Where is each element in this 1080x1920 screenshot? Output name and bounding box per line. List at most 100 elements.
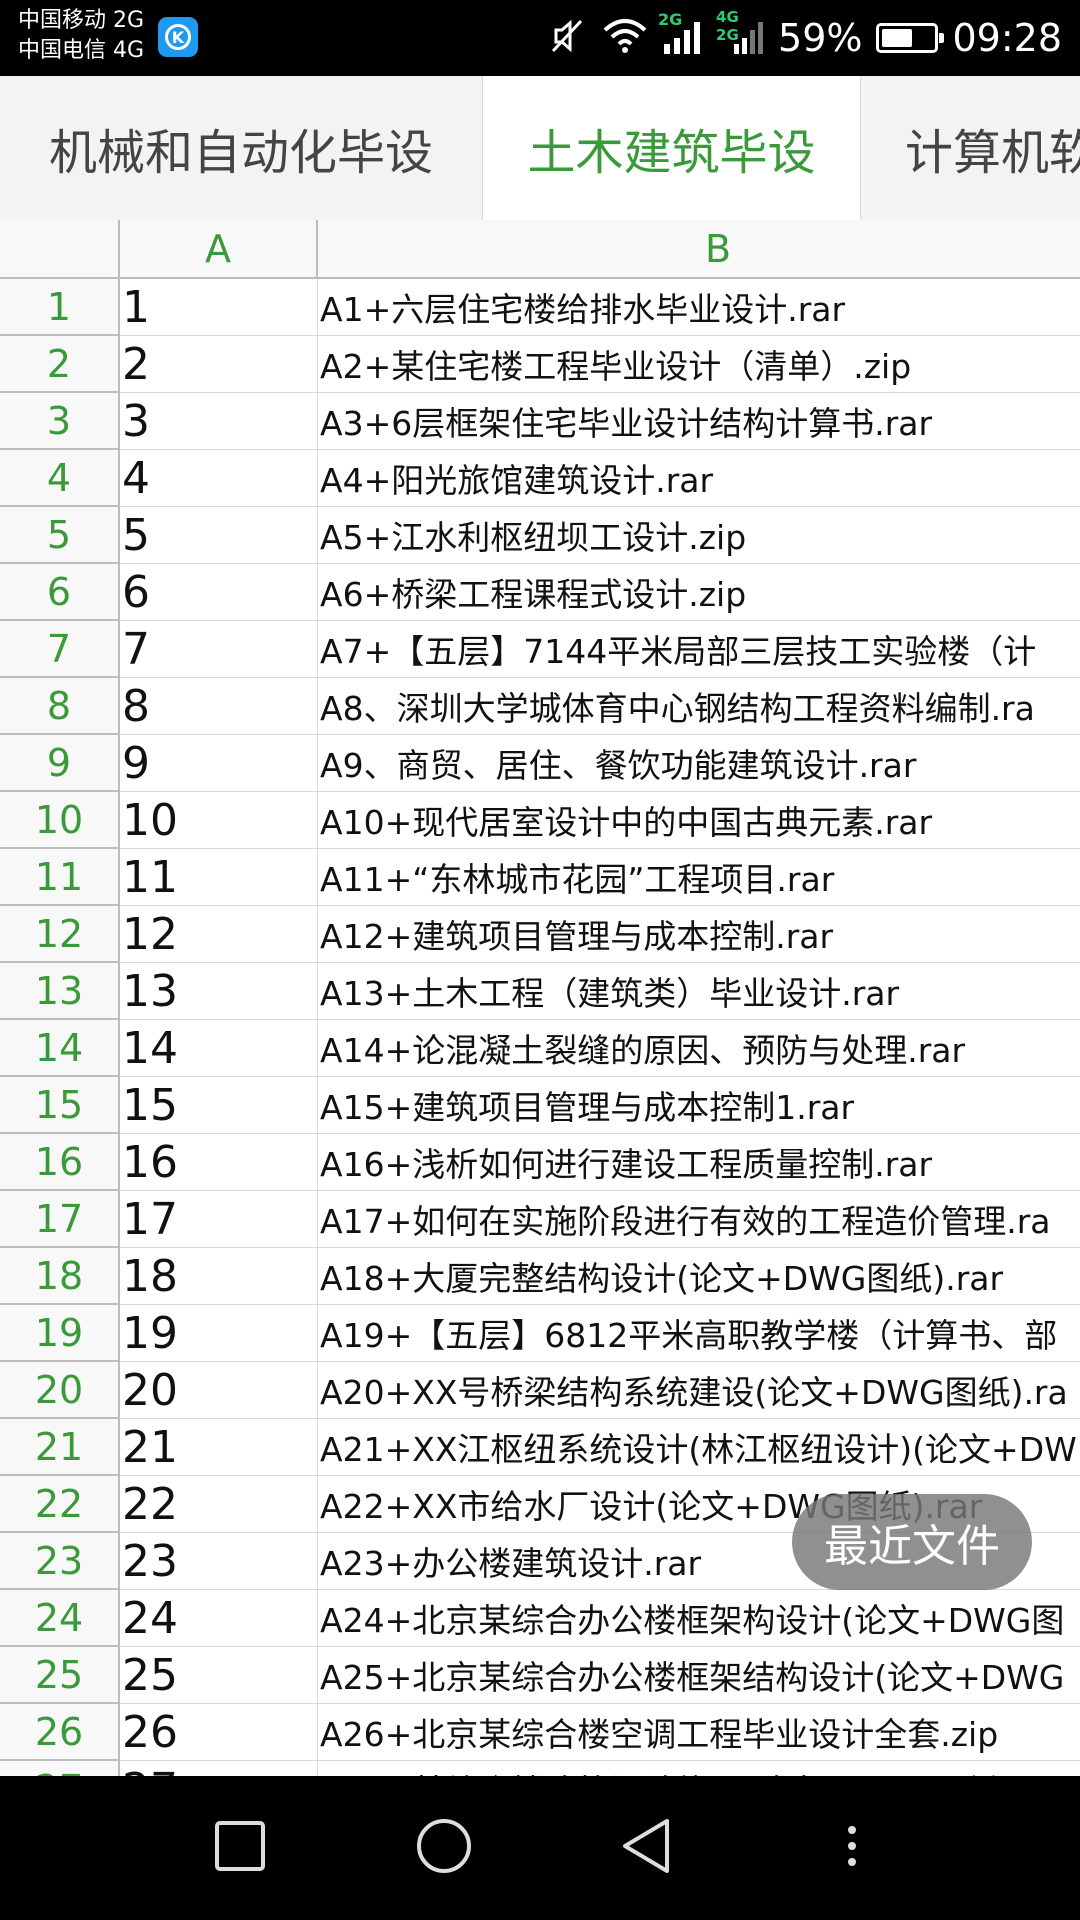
row-header[interactable]: 22 [0, 1476, 120, 1533]
cell-b[interactable]: A11+“东林城市花园”工程项目.rar [318, 849, 1080, 906]
cell-a[interactable]: 27 [120, 1761, 318, 1776]
row-header[interactable]: 14 [0, 1020, 120, 1077]
row-header[interactable]: 12 [0, 906, 120, 963]
cell-a[interactable]: 26 [120, 1704, 318, 1761]
row-header[interactable]: 21 [0, 1419, 120, 1476]
table-row: 2 2 A2+某住宅楼工程毕业设计（清单）.zip [0, 336, 1080, 393]
row-header[interactable]: 7 [0, 621, 120, 678]
row-header[interactable]: 26 [0, 1704, 120, 1761]
row-header[interactable]: 1 [0, 279, 120, 336]
row-header[interactable]: 13 [0, 963, 120, 1020]
row-header[interactable]: 25 [0, 1647, 120, 1704]
cell-b[interactable]: A9、商贸、居住、餐饮功能建筑设计.rar [318, 735, 1080, 792]
cell-b[interactable]: A1+六层住宅楼给排水毕业设计.rar [318, 279, 1080, 336]
row-header[interactable]: 23 [0, 1533, 120, 1590]
row-header[interactable]: 5 [0, 507, 120, 564]
row-header[interactable]: 11 [0, 849, 120, 906]
cell-b[interactable]: A27+某综合楼建筑设计施工(论文+DWG图纸).rar [318, 1761, 1080, 1776]
row-header[interactable]: 18 [0, 1248, 120, 1305]
row-header[interactable]: 24 [0, 1590, 120, 1647]
home-button[interactable] [404, 1776, 484, 1920]
row-header[interactable]: 20 [0, 1362, 120, 1419]
cell-a[interactable]: 2 [120, 336, 318, 393]
cell-b[interactable]: A15+建筑项目管理与成本控制1.rar [318, 1077, 1080, 1134]
cell-a[interactable]: 12 [120, 906, 318, 963]
carrier-2: 中国电信 4G [18, 38, 145, 63]
cell-b[interactable]: A3+6层框架住宅毕业设计结构计算书.rar [318, 393, 1080, 450]
row-header[interactable]: 2 [0, 336, 120, 393]
row-header[interactable]: 6 [0, 564, 120, 621]
tab-label: 机械和自动化毕设 [48, 125, 433, 181]
cell-a[interactable]: 13 [120, 963, 318, 1020]
cell-b[interactable]: A20+XX号桥梁结构系统建设(论文+DWG图纸).ra [318, 1362, 1080, 1419]
cell-a[interactable]: 11 [120, 849, 318, 906]
menu-button[interactable] [812, 1776, 892, 1920]
cell-a[interactable]: 25 [120, 1647, 318, 1704]
table-row: 6 6 A6+桥梁工程课程式设计.zip [0, 564, 1080, 621]
carrier-info: 中国移动 2G 中国电信 4G [18, 6, 144, 66]
table-row: 11 11 A11+“东林城市花园”工程项目.rar [0, 849, 1080, 906]
back-button[interactable] [606, 1776, 686, 1920]
cell-b[interactable]: A18+大厦完整结构设计(论文+DWG图纸).rar [318, 1248, 1080, 1305]
cell-a[interactable]: 23 [120, 1533, 318, 1590]
cell-a[interactable]: 10 [120, 792, 318, 849]
recent-files-button[interactable]: 最近文件 [792, 1494, 1032, 1590]
row-header[interactable]: 8 [0, 678, 120, 735]
cell-a[interactable]: 19 [120, 1305, 318, 1362]
cell-a[interactable]: 24 [120, 1590, 318, 1647]
row-header[interactable]: 4 [0, 450, 120, 507]
cell-b[interactable]: A19+【五层】6812平米高职教学楼（计算书、部 [318, 1305, 1080, 1362]
recents-button[interactable] [200, 1776, 280, 1920]
row-header[interactable]: 17 [0, 1191, 120, 1248]
cell-b[interactable]: A5+江水利枢纽坝工设计.zip [318, 507, 1080, 564]
row-header[interactable]: 15 [0, 1077, 120, 1134]
cell-b[interactable]: A7+【五层】7144平米局部三层技工实验楼（计 [318, 621, 1080, 678]
column-header-a[interactable]: A [120, 220, 318, 279]
tab-computer-software[interactable]: 计算机软 [861, 76, 1080, 220]
row-header[interactable]: 16 [0, 1134, 120, 1191]
column-header-b[interactable]: B [318, 220, 1080, 279]
cell-a[interactable]: 4 [120, 450, 318, 507]
select-all-corner[interactable] [0, 220, 120, 279]
tab-civil-architecture[interactable]: 土木建筑毕设 [483, 76, 861, 220]
cell-b[interactable]: A12+建筑项目管理与成本控制.rar [318, 906, 1080, 963]
cell-a[interactable]: 20 [120, 1362, 318, 1419]
table-row: 19 19 A19+【五层】6812平米高职教学楼（计算书、部 [0, 1305, 1080, 1362]
cell-b[interactable]: A10+现代居室设计中的中国古典元素.rar [318, 792, 1080, 849]
cell-a[interactable]: 21 [120, 1419, 318, 1476]
tab-mechanical-automation[interactable]: 机械和自动化毕设 [0, 76, 483, 220]
table-row: 15 15 A15+建筑项目管理与成本控制1.rar [0, 1077, 1080, 1134]
cell-b[interactable]: A25+北京某综合办公楼框架结构设计(论文+DWG [318, 1647, 1080, 1704]
cell-a[interactable]: 17 [120, 1191, 318, 1248]
cell-a[interactable]: 1 [120, 279, 318, 336]
cell-b[interactable]: A6+桥梁工程课程式设计.zip [318, 564, 1080, 621]
cell-a[interactable]: 5 [120, 507, 318, 564]
cell-b[interactable]: A21+XX江枢纽系统设计(林江枢纽设计)(论文+DW [318, 1419, 1080, 1476]
cell-b[interactable]: A13+土木工程（建筑类）毕业设计.rar [318, 963, 1080, 1020]
cell-b[interactable]: A8、深圳大学城体育中心钢结构工程资料编制.ra [318, 678, 1080, 735]
cell-b[interactable]: A24+北京某综合办公楼框架构设计(论文+DWG图 [318, 1590, 1080, 1647]
cell-a[interactable]: 8 [120, 678, 318, 735]
cell-b[interactable]: A16+浅析如何进行建设工程质量控制.rar [318, 1134, 1080, 1191]
cell-a[interactable]: 9 [120, 735, 318, 792]
cell-b[interactable]: A26+北京某综合楼空调工程毕业设计全套.zip [318, 1704, 1080, 1761]
cell-a[interactable]: 7 [120, 621, 318, 678]
row-header[interactable]: 9 [0, 735, 120, 792]
table-row: 5 5 A5+江水利枢纽坝工设计.zip [0, 507, 1080, 564]
cell-a[interactable]: 3 [120, 393, 318, 450]
cell-a[interactable]: 15 [120, 1077, 318, 1134]
cell-a[interactable]: 14 [120, 1020, 318, 1077]
cell-b[interactable]: A14+论混凝土裂缝的原因、预防与处理.rar [318, 1020, 1080, 1077]
row-header[interactable]: 10 [0, 792, 120, 849]
cell-b[interactable]: A4+阳光旅馆建筑设计.rar [318, 450, 1080, 507]
row-header[interactable]: 27 [0, 1761, 120, 1776]
cell-a[interactable]: 22 [120, 1476, 318, 1533]
circle-icon [415, 1817, 473, 1879]
cell-a[interactable]: 16 [120, 1134, 318, 1191]
cell-b[interactable]: A2+某住宅楼工程毕业设计（清单）.zip [318, 336, 1080, 393]
row-header[interactable]: 3 [0, 393, 120, 450]
cell-a[interactable]: 18 [120, 1248, 318, 1305]
cell-b[interactable]: A17+如何在实施阶段进行有效的工程造价管理.ra [318, 1191, 1080, 1248]
row-header[interactable]: 19 [0, 1305, 120, 1362]
cell-a[interactable]: 6 [120, 564, 318, 621]
